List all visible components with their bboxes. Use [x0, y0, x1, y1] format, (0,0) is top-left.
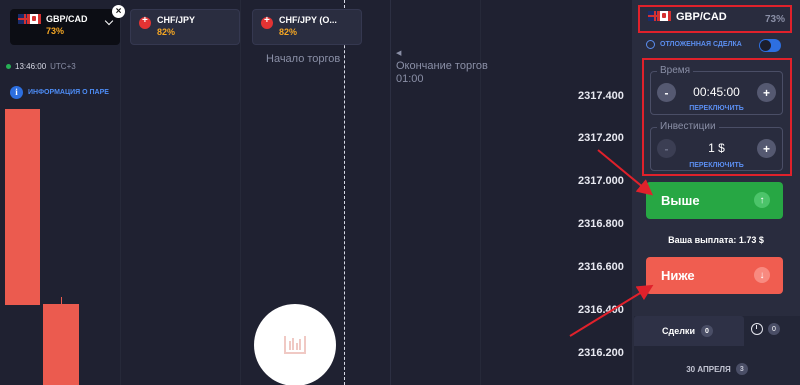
clock-icon: [646, 40, 655, 49]
deals-section: Сделки 0 0 30 АПРЕЛЯ 3: [634, 316, 800, 385]
pending-trade-label: ОТЛОЖЕННАЯ СДЕЛКА: [646, 40, 742, 49]
investment-plus-button[interactable]: +: [757, 139, 776, 158]
pending-trade-text: ОТЛОЖЕННАЯ СДЕЛКА: [660, 41, 742, 48]
investment-switch-link[interactable]: ПЕРЕКЛЮЧИТЬ: [650, 162, 783, 169]
price-tick: 2317.000: [578, 175, 624, 187]
asset-tab-name: CHF/JPY: [157, 15, 196, 25]
asset-tab-name: CHF/JPY (O...: [279, 15, 337, 25]
server-time-value: 13:46:00: [15, 62, 47, 71]
chevron-down-icon[interactable]: [104, 16, 114, 26]
date-label: 30 АПРЕЛЯ: [686, 364, 731, 374]
deals-count-badge: 0: [700, 325, 713, 337]
history-count-badge: 0: [768, 323, 780, 335]
price-tick: 2316.200: [578, 347, 624, 359]
trade-end-text: Окончание торгов: [396, 60, 488, 72]
lower-label: Ниже: [661, 268, 695, 283]
price-tick: 2316.600: [578, 261, 624, 273]
chf-flag-icon: [139, 15, 151, 29]
close-tab-button[interactable]: ×: [112, 5, 125, 18]
live-dot-icon: [6, 64, 11, 69]
asset-tab-gbpcad[interactable]: GBP/CAD 73%: [10, 9, 120, 45]
platform-watermark: [254, 304, 336, 385]
app-window: Начало торгов ◀ Окончание торгов 01:00 1…: [0, 0, 800, 385]
deals-label: Сделки: [662, 326, 695, 336]
investment-label: Инвестиции: [657, 121, 719, 132]
date-group: 30 АПРЕЛЯ 3: [634, 363, 800, 375]
time-plus-button[interactable]: +: [757, 83, 776, 102]
candle-bearish: [43, 304, 79, 385]
price-chart[interactable]: Начало торгов ◀ Окончание торгов 01:00 1…: [0, 0, 632, 385]
selected-pair-percent: 73%: [764, 14, 785, 25]
asset-tab-percent: 82%: [157, 27, 176, 37]
server-timezone: UTC+3: [50, 62, 76, 71]
selected-pair-name: GBP/CAD: [676, 11, 727, 23]
asset-tab-percent: 73%: [46, 26, 65, 36]
pair-info-label: ИНФОРМАЦИЯ О ПАРЕ: [28, 88, 109, 96]
arrow-down-icon: ↓: [754, 267, 770, 283]
asset-tab-percent: 82%: [279, 27, 298, 37]
tab-deals[interactable]: Сделки 0: [634, 316, 744, 346]
pending-trade-toggle[interactable]: [759, 39, 781, 52]
higher-label: Выше: [661, 193, 700, 208]
price-tick: 2317.200: [578, 132, 624, 144]
asset-tab-chfjpy[interactable]: CHF/JPY 82%: [130, 9, 240, 45]
payout-text: Ваша выплата: 1.73 $: [668, 235, 764, 245]
trade-end-line: [390, 0, 391, 385]
higher-button[interactable]: Выше ↑: [646, 182, 783, 219]
trade-start-line: [344, 0, 345, 385]
date-count-badge: 3: [735, 363, 748, 375]
gbp-cad-flag-icon: [18, 14, 41, 26]
price-tick: 2316.400: [578, 304, 624, 316]
price-tick: 2316.800: [578, 218, 624, 230]
tab-history[interactable]: 0: [751, 323, 780, 335]
lower-button[interactable]: Ниже ↓: [646, 257, 783, 294]
trade-end-label: ◀ Окончание торгов 01:00: [396, 47, 488, 86]
left-arrow-icon: ◀: [396, 50, 402, 57]
arrow-up-icon: ↑: [754, 192, 770, 208]
trade-end-time: 01:00: [396, 73, 424, 85]
grid-line: [240, 0, 241, 385]
gbp-cad-flag-icon: [648, 11, 671, 23]
asset-tab-name: GBP/CAD: [46, 14, 88, 24]
selected-pair[interactable]: GBP/CAD: [648, 11, 727, 23]
candle-bearish: [5, 109, 40, 305]
time-label: Время: [657, 65, 694, 76]
grid-line: [120, 0, 121, 385]
time-switch-link[interactable]: ПЕРЕКЛЮЧИТЬ: [650, 105, 783, 112]
logo-icon: [284, 336, 306, 354]
chf-flag-icon: [261, 15, 273, 29]
server-time: 13:46:00 UTC+3: [6, 62, 76, 71]
trade-start-label: Начало торгов: [266, 53, 341, 65]
info-icon: i: [10, 85, 23, 99]
history-icon: [751, 323, 763, 335]
asset-tab-chfjpy-otc[interactable]: CHF/JPY (O... 82%: [252, 9, 362, 45]
price-tick: 2317.400: [578, 90, 624, 102]
pair-info-button[interactable]: i ИНФОРМАЦИЯ О ПАРЕ: [10, 84, 109, 100]
